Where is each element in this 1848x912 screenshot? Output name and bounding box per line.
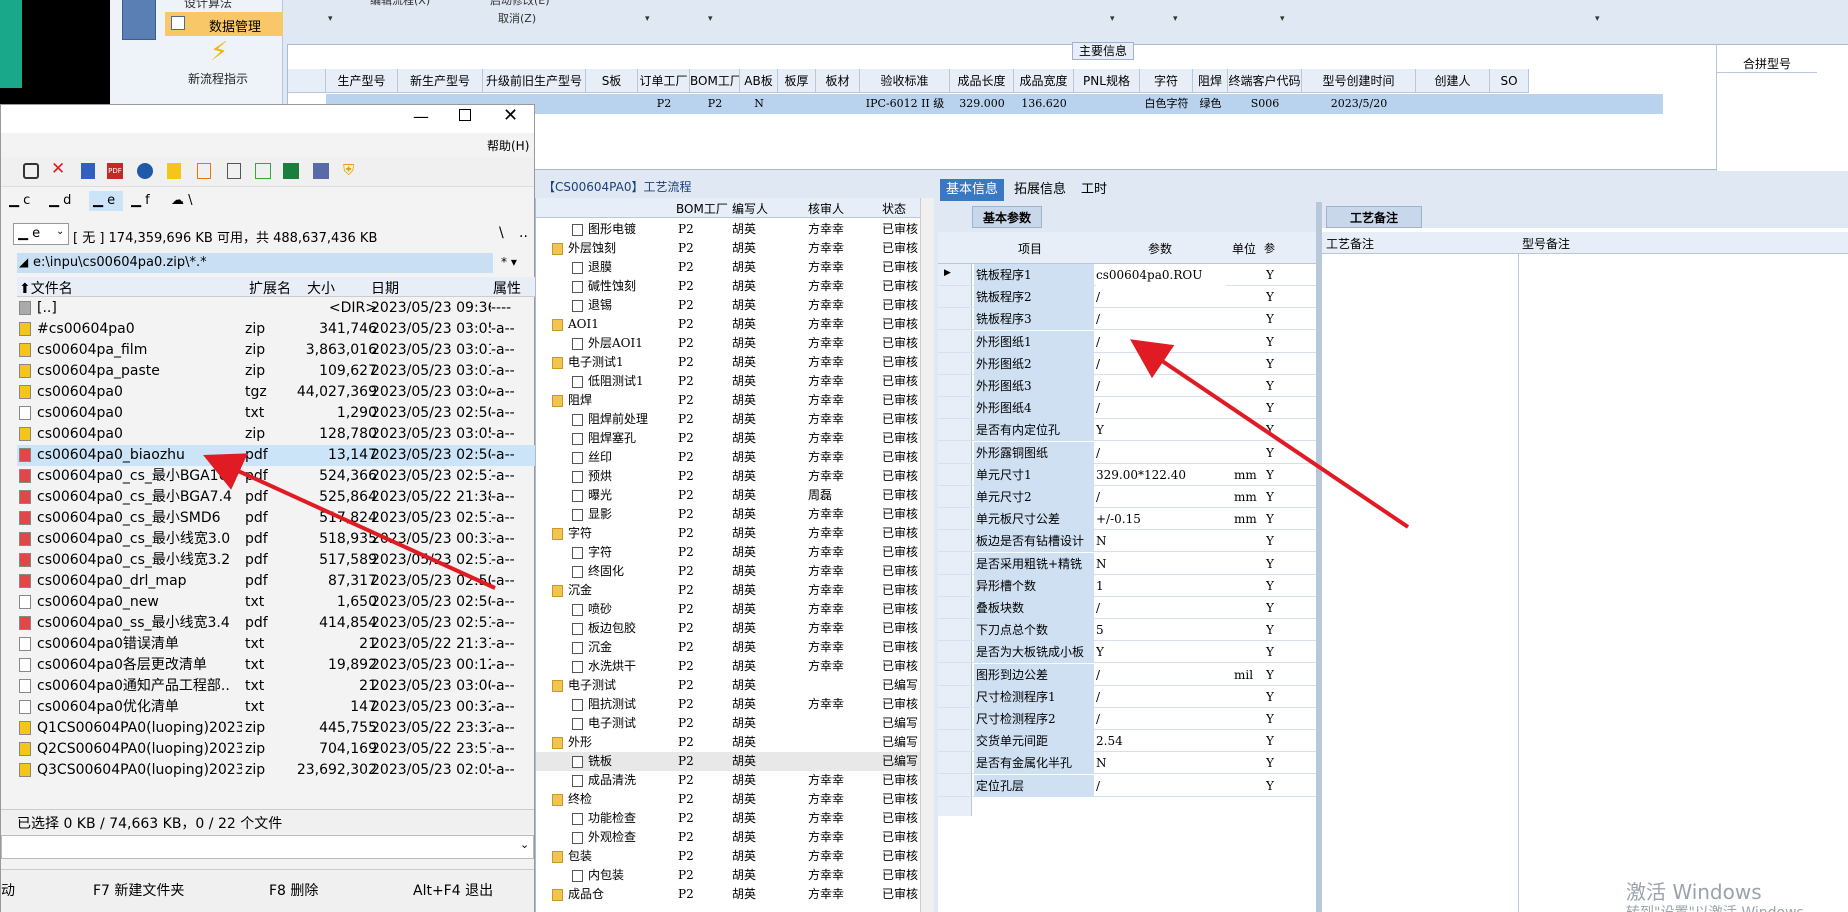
activation-watermark: 激活 Windows (1626, 880, 1762, 904)
annotation-arrow (203, 453, 496, 590)
annotation-arrow (1130, 339, 1410, 529)
annotation-overlay (203, 339, 1410, 590)
activation-watermark-hint: 转到"设置"以激活 Windows。 (1626, 902, 1818, 912)
